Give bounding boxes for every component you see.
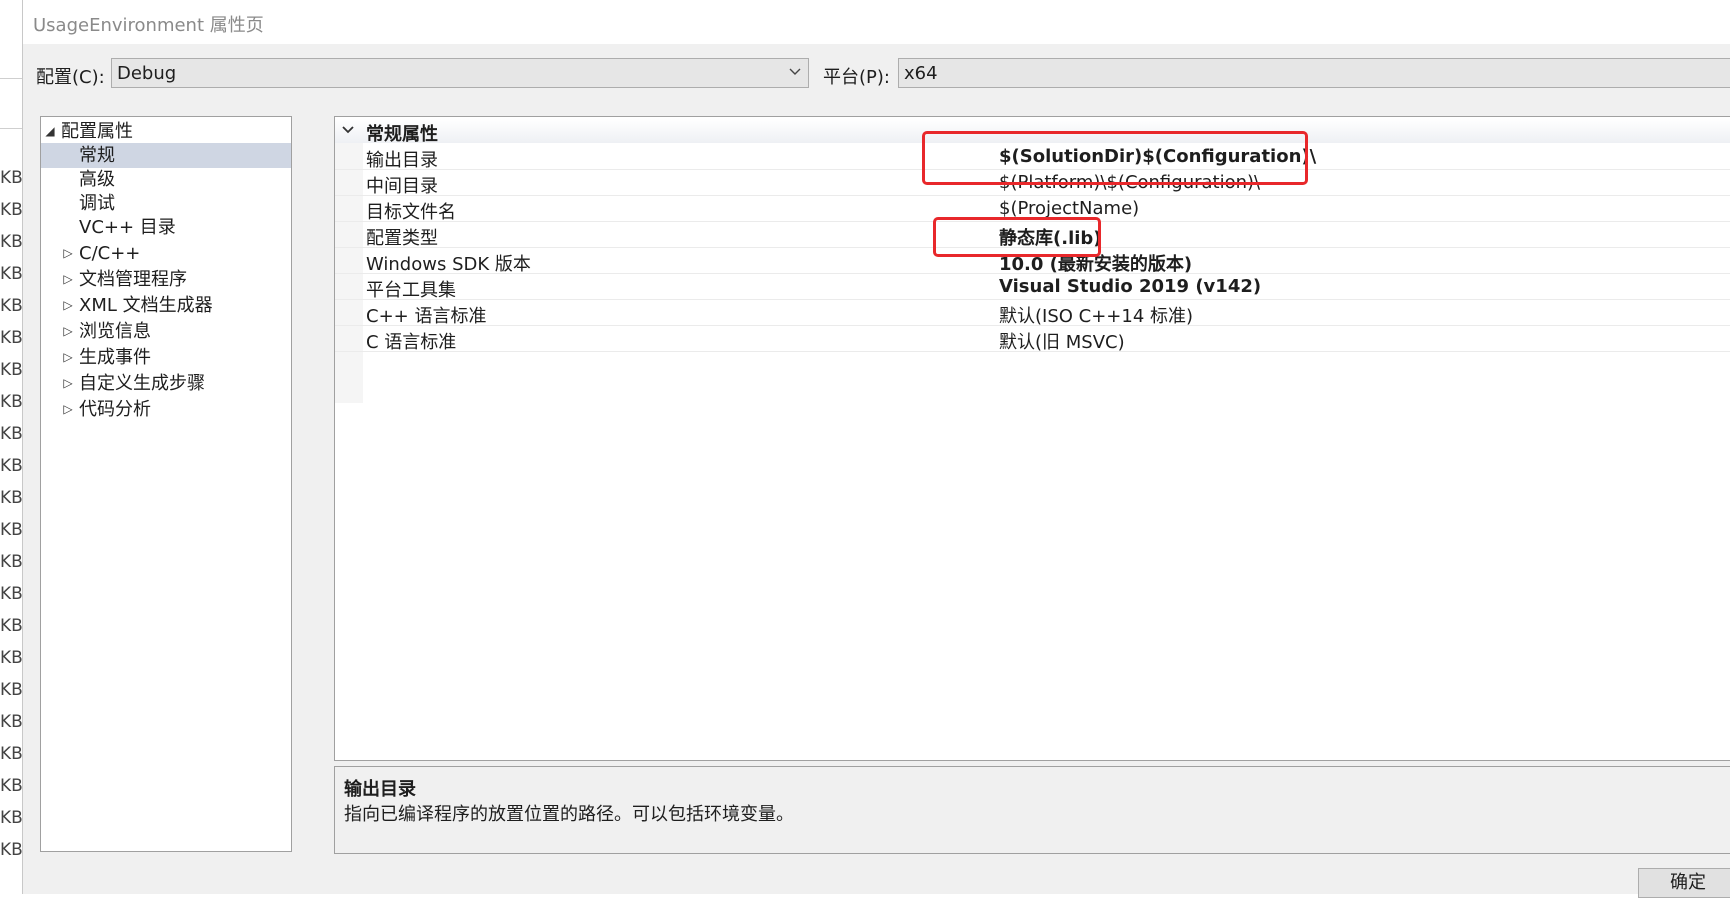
background-size-label: KB <box>0 296 23 316</box>
background-size-label: KB <box>0 392 23 412</box>
description-title: 输出目录 <box>344 779 416 800</box>
config-combobox[interactable]: Debug <box>111 58 809 88</box>
background-size-label: KB <box>0 488 23 508</box>
tree-item-label: 生成事件 <box>79 347 151 368</box>
tree-item-custom-build-step[interactable]: ▷ 自定义生成步骤 <box>41 371 291 396</box>
background-size-label: KB <box>0 360 23 380</box>
background-size-label: KB <box>0 328 23 348</box>
tree-item-label: 调试 <box>79 193 115 214</box>
tree-item-label: 代码分析 <box>79 399 151 420</box>
chevron-down-icon <box>789 68 801 75</box>
config-value: Debug <box>117 63 177 84</box>
property-row[interactable]: C 语言标准 默认(旧 MSVC) <box>335 326 1730 354</box>
background-size-label: KB <box>0 520 23 540</box>
expand-icon[interactable]: ▷ <box>61 397 75 422</box>
tree-item-general[interactable]: 常规 <box>41 143 291 168</box>
property-name: 输出目录 <box>366 150 438 171</box>
tree-item-label: C/C++ <box>79 243 141 264</box>
background-size-label: KB <box>0 584 23 604</box>
property-grid: 常规属性 输出目录 $(SolutionDir)$(Configuration)… <box>334 116 1730 761</box>
title-bar: UsageEnvironment 属性页 <box>23 0 1730 44</box>
tree-item-doc-manager[interactable]: ▷ 文档管理程序 <box>41 267 291 292</box>
platform-label: 平台(P): <box>823 67 890 88</box>
background-size-label: KB <box>0 424 23 444</box>
tree-item-label: 常规 <box>79 145 115 166</box>
chevron-down-icon[interactable] <box>341 123 355 137</box>
tree-item-config-properties[interactable]: ◢ 配置属性 <box>41 119 291 144</box>
tree-item-debugging[interactable]: 调试 <box>41 191 291 216</box>
section-title: 常规属性 <box>366 124 438 145</box>
expand-icon[interactable]: ▷ <box>61 319 75 344</box>
background-size-label: KB <box>0 776 23 796</box>
property-name: 配置类型 <box>366 228 438 249</box>
background-size-label: KB <box>0 616 23 636</box>
background-divider <box>0 128 22 129</box>
tree-item-label: 高级 <box>79 169 115 190</box>
tree-item-browse-info[interactable]: ▷ 浏览信息 <box>41 319 291 344</box>
dialog-title: UsageEnvironment 属性页 <box>33 15 264 36</box>
expand-icon[interactable]: ◢ <box>43 119 57 144</box>
expand-icon[interactable]: ▷ <box>61 371 75 396</box>
tree-item-label: 文档管理程序 <box>79 269 187 290</box>
tree-item-xml-doc-generator[interactable]: ▷ XML 文档生成器 <box>41 293 291 318</box>
property-value[interactable]: 默认(旧 MSVC) <box>999 328 1125 354</box>
property-pages-dialog: UsageEnvironment 属性页 配置(C): Debug 平台(P):… <box>22 0 1730 898</box>
tree-item-label: XML 文档生成器 <box>79 295 213 316</box>
background-size-label: KB <box>0 744 23 764</box>
background-size-label: KB <box>0 840 23 860</box>
description-pane: 输出目录 指向已编译程序的放置位置的路径。可以包括环境变量。 <box>334 766 1730 854</box>
description-text: 指向已编译程序的放置位置的路径。可以包括环境变量。 <box>344 804 794 825</box>
property-value[interactable]: $(ProjectName) <box>999 198 1139 219</box>
tree-item-build-events[interactable]: ▷ 生成事件 <box>41 345 291 370</box>
expand-icon[interactable]: ▷ <box>61 345 75 370</box>
config-tree: ◢ 配置属性 常规 高级 调试 VC++ 目录 ▷ C/C++ ▷ 文档管理程序… <box>40 116 292 852</box>
platform-combobox[interactable]: x64 <box>898 58 1730 88</box>
tree-item-advanced[interactable]: 高级 <box>41 167 291 192</box>
property-value[interactable]: Visual Studio 2019 (v142) <box>999 276 1261 297</box>
property-name: C++ 语言标准 <box>366 306 487 327</box>
property-name: Windows SDK 版本 <box>366 254 531 275</box>
property-name: 中间目录 <box>366 176 438 197</box>
tree-item-vc-directories[interactable]: VC++ 目录 <box>41 215 291 240</box>
background-size-label: KB <box>0 712 23 732</box>
tree-item-cpp[interactable]: ▷ C/C++ <box>41 241 291 266</box>
tree-item-label: 自定义生成步骤 <box>79 373 205 394</box>
background-size-label: KB <box>0 200 23 220</box>
background-size-label: KB <box>0 680 23 700</box>
platform-value: x64 <box>904 63 938 84</box>
background-size-label: KB <box>0 456 23 476</box>
expand-icon[interactable]: ▷ <box>61 241 75 266</box>
tree-item-code-analysis[interactable]: ▷ 代码分析 <box>41 397 291 422</box>
tree-item-label: VC++ 目录 <box>79 217 176 238</box>
tree-item-label: 配置属性 <box>61 121 133 142</box>
background-size-label: KB <box>0 232 23 252</box>
property-name: 目标文件名 <box>366 202 456 223</box>
property-value[interactable]: 默认(ISO C++14 标准) <box>999 302 1193 328</box>
property-name: 平台工具集 <box>366 280 456 301</box>
expand-icon[interactable]: ▷ <box>61 293 75 318</box>
background-size-label: KB <box>0 808 23 828</box>
config-label: 配置(C): <box>36 67 105 88</box>
background-size-label: KB <box>0 648 23 668</box>
property-row[interactable]: 平台工具集 Visual Studio 2019 (v142) <box>335 274 1730 301</box>
expand-icon[interactable]: ▷ <box>61 267 75 292</box>
background-size-label: KB <box>0 168 23 188</box>
background-size-label: KB <box>0 264 23 284</box>
annotation-box-output-dir <box>922 131 1308 185</box>
property-row[interactable]: C++ 语言标准 默认(ISO C++14 标准) <box>335 300 1730 328</box>
background-divider <box>0 78 22 79</box>
tree-item-label: 浏览信息 <box>79 321 151 342</box>
annotation-box-config-type <box>933 217 1101 257</box>
background-size-label: KB <box>0 552 23 572</box>
property-name: C 语言标准 <box>366 332 457 353</box>
